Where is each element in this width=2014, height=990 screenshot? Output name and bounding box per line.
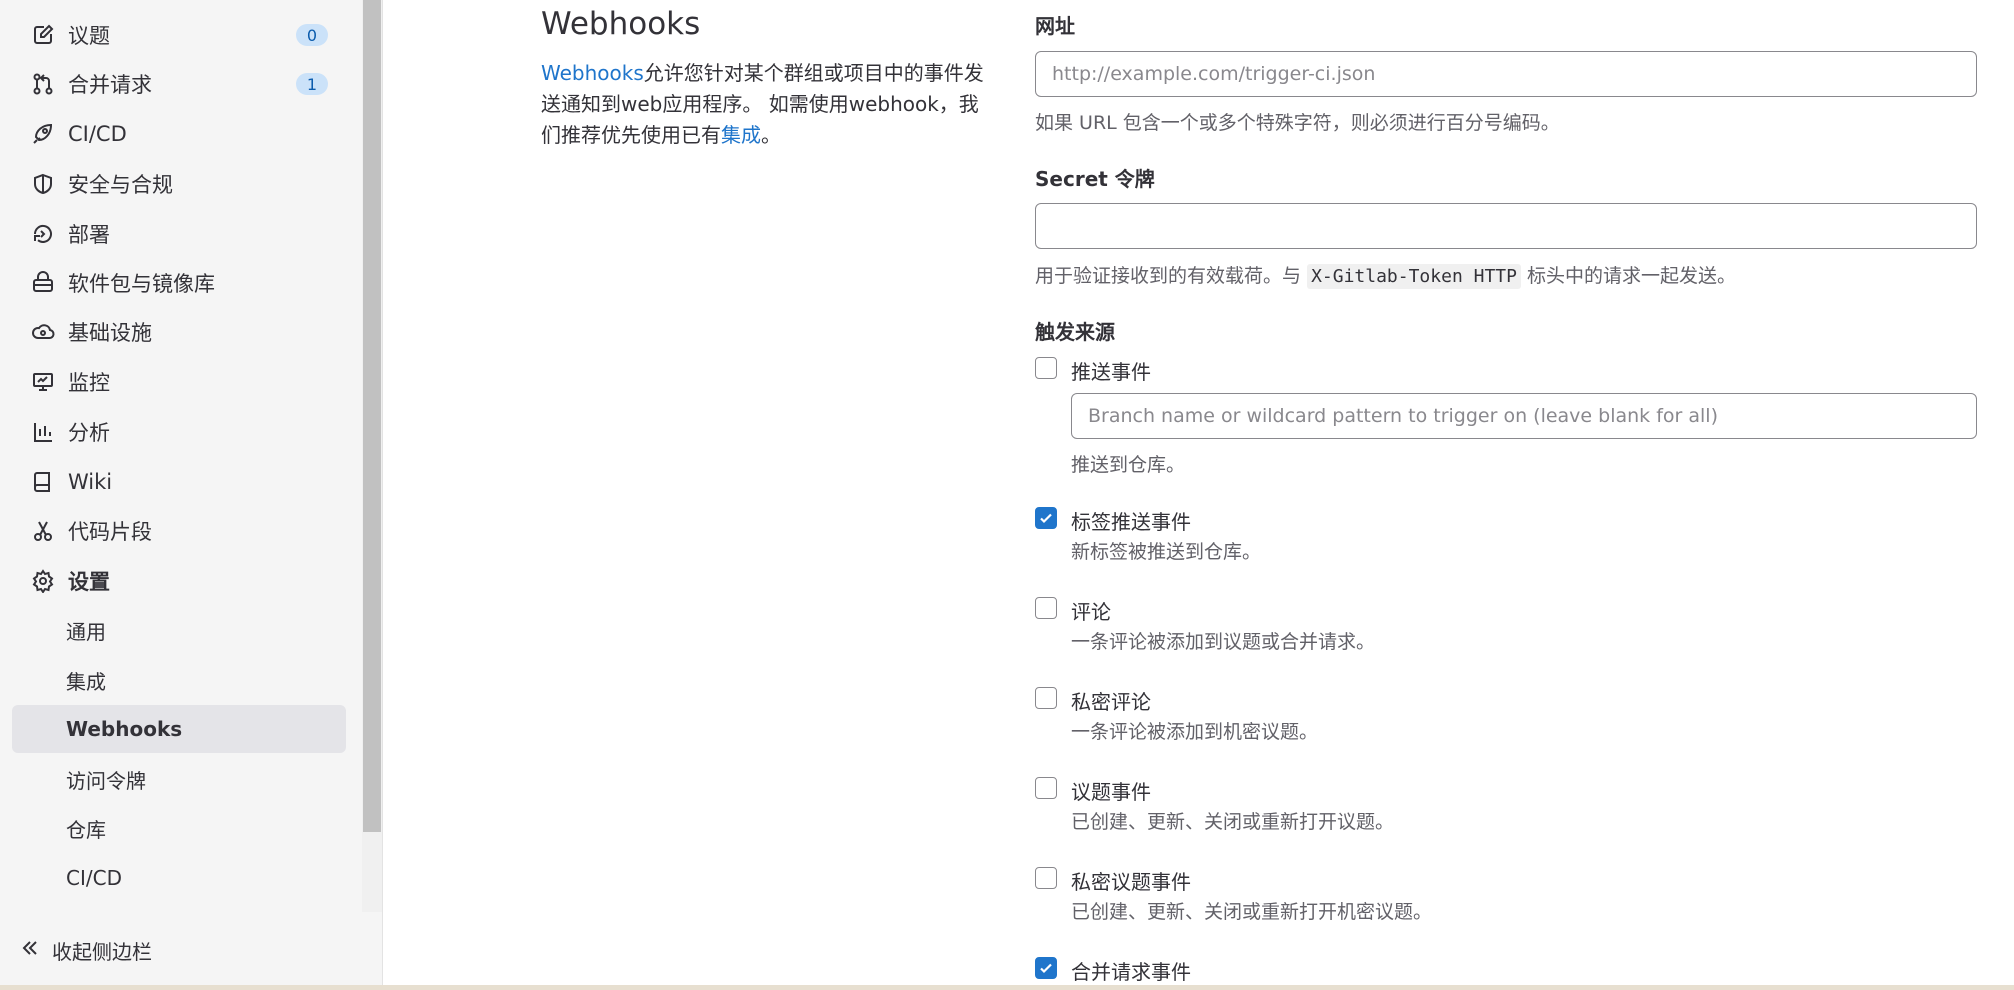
chart-icon [28,417,58,447]
sidebar-item-label: Wiki [68,470,113,494]
sidebar-subitem-label: CI/CD [66,866,122,890]
secret-help-post: 标头中的请求一起发送。 [1527,265,1737,287]
sidebar-item-security[interactable]: 安全与合规 [12,160,346,208]
sidebar-item-label: 合并请求 [68,73,152,97]
sidebar-subitem-repository[interactable]: 仓库 [12,804,346,852]
sidebar-item-label: 分析 [68,421,110,445]
sidebar: 议题 0 合并请求 1 CI/CD 安全与合规 部署 软件包与镜像库 基础设施 … [0,0,383,985]
tag-push-events-checkbox[interactable] [1035,507,1057,529]
sidebar-item-label: 安全与合规 [68,173,173,197]
secret-help-text: 用于验证接收到的有效载荷。与 X-Gitlab-Token HTTP 标头中的请… [1035,261,1737,289]
issues-events-checkbox[interactable] [1035,777,1057,799]
sidebar-subitem-access-tokens[interactable]: 访问令牌 [12,755,346,803]
sidebar-subitem-cicd[interactable]: CI/CD [12,854,346,902]
secret-token-input[interactable] [1035,203,1977,249]
sidebar-item-monitor[interactable]: 监控 [12,358,346,406]
section-description: Webhooks允许您针对某个群组或项目中的事件发送通知到web应用程序。 如需… [541,58,991,151]
confidential-issues-events-help: 已创建、更新、关闭或重新打开机密议题。 [1071,901,1433,923]
package-icon [28,268,58,298]
sidebar-item-label: 代码片段 [68,520,152,544]
issues-events-help: 已创建、更新、关闭或重新打开议题。 [1071,811,1395,833]
secret-help-pre: 用于验证接收到的有效载荷。与 [1035,265,1302,287]
confidential-comments-label: 私密评论 [1071,690,1151,714]
sidebar-subitem-label: 集成 [66,669,106,694]
snippet-icon [28,516,58,546]
sidebar-item-infrastructure[interactable]: 基础设施 [12,308,346,356]
sidebar-item-label: 部署 [68,223,110,247]
url-input[interactable] [1035,51,1977,97]
push-events-help: 推送到仓库。 [1071,454,1186,476]
sidebar-item-analytics[interactable]: 分析 [12,408,346,456]
book-icon [28,467,58,497]
sidebar-subitem-integrations[interactable]: 集成 [12,656,346,704]
sidebar-item-settings[interactable]: 设置 [12,557,346,605]
comments-help: 一条评论被添加到议题或合并请求。 [1071,631,1376,653]
checkmark-icon [1040,513,1052,524]
sidebar-item-packages[interactable]: 软件包与镜像库 [12,259,346,307]
confidential-comments-checkbox[interactable] [1035,687,1057,709]
confidential-issues-events-label: 私密议题事件 [1071,870,1191,894]
url-label: 网址 [1035,14,1075,38]
sidebar-subitem-general[interactable]: 通用 [12,606,346,654]
sidebar-item-issues[interactable]: 议题 0 [12,11,346,59]
collapse-sidebar-button[interactable]: 收起侧边栏 [20,934,152,966]
gear-icon [28,566,58,596]
merge-request-icon [28,69,58,99]
comments-checkbox[interactable] [1035,597,1057,619]
sidebar-item-merge-requests[interactable]: 合并请求 1 [12,60,346,108]
confidential-comments-help: 一条评论被添加到机密议题。 [1071,721,1319,743]
sidebar-nav: 议题 0 合并请求 1 CI/CD 安全与合规 部署 软件包与镜像库 基础设施 … [0,0,362,912]
sidebar-subitem-label: 通用 [66,619,106,644]
sidebar-item-label: 基础设施 [68,321,152,345]
rocket-icon [28,119,58,149]
token-header-code: X-Gitlab-Token HTTP [1307,264,1521,289]
sidebar-subitem-label: 访问令牌 [66,768,146,793]
sidebar-item-label: 监控 [68,371,110,395]
webhooks-doc-link[interactable]: Webhooks [541,61,644,85]
scrollbar-thumb[interactable] [363,0,381,832]
tag-push-events-label: 标签推送事件 [1071,510,1191,534]
sidebar-subitem-label: 仓库 [66,817,106,842]
push-events-label: 推送事件 [1071,360,1151,384]
window-bottom-edge [0,985,2014,990]
sidebar-subitem-webhooks[interactable]: Webhooks [12,705,346,753]
cloud-gear-icon [28,317,58,347]
checkmark-icon [1040,963,1052,974]
confidential-issues-events-checkbox[interactable] [1035,867,1057,889]
description-end: 。 [761,123,781,147]
tag-push-events-help: 新标签被推送到仓库。 [1071,541,1262,563]
monitor-icon [28,367,58,397]
url-help-text: 如果 URL 包含一个或多个特殊字符，则必须进行百分号编码。 [1035,112,1560,134]
collapse-sidebar-label: 收起侧边栏 [52,939,152,964]
sidebar-item-label: 设置 [68,570,110,594]
issues-events-label: 议题事件 [1071,780,1151,804]
push-events-checkbox[interactable] [1035,357,1057,379]
secret-token-label: Secret 令牌 [1035,167,1155,191]
sidebar-item-wiki[interactable]: Wiki [12,458,346,506]
sidebar-item-label: CI/CD [68,122,127,146]
sidebar-scrollbar[interactable] [362,0,382,912]
trigger-label: 触发来源 [1035,320,1115,344]
count-badge: 0 [296,24,328,46]
merge-request-events-label: 合并请求事件 [1071,960,1191,984]
comments-label: 评论 [1071,600,1111,624]
sidebar-item-cicd[interactable]: CI/CD [12,110,346,158]
issues-icon [28,20,58,50]
integrations-link[interactable]: 集成 [721,123,761,147]
sidebar-item-label: 软件包与镜像库 [68,272,215,296]
sidebar-subitem-label: Webhooks [66,717,183,741]
section-title: Webhooks [541,6,701,42]
sidebar-item-label: 议题 [68,24,110,48]
deployments-icon [28,219,58,249]
double-chevron-left-icon [20,938,40,963]
merge-request-events-checkbox[interactable] [1035,957,1057,979]
shield-icon [28,169,58,199]
sidebar-item-snippets[interactable]: 代码片段 [12,507,346,555]
count-badge: 1 [296,73,328,95]
branch-filter-input[interactable] [1071,393,1977,439]
sidebar-item-deployments[interactable]: 部署 [12,210,346,258]
